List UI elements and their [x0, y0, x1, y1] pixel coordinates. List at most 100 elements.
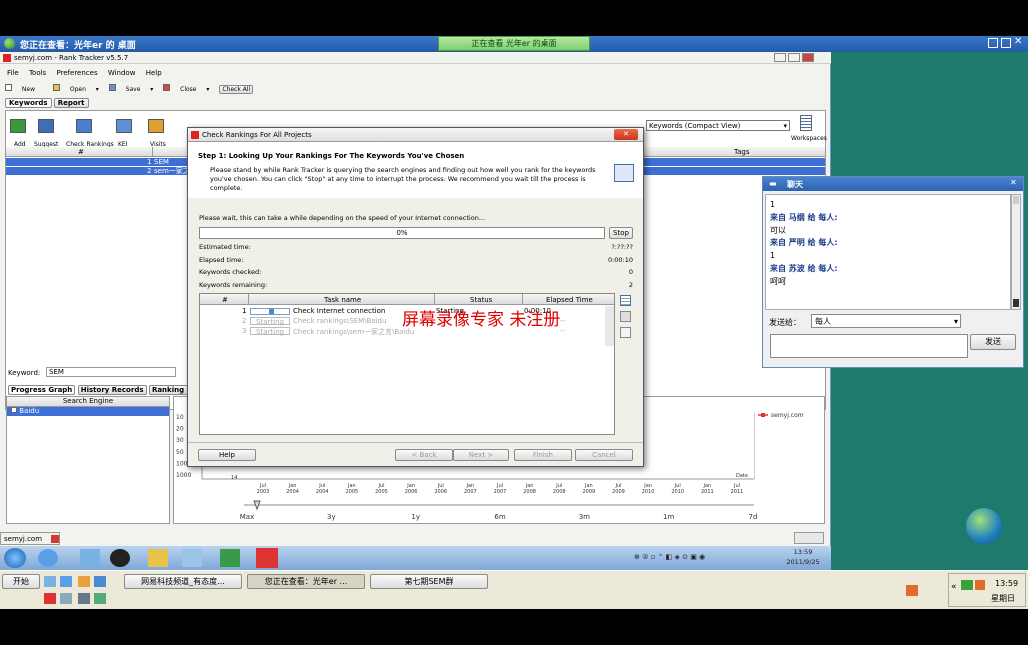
range-label[interactable]: 1y — [411, 513, 420, 521]
tray-icon[interactable] — [975, 580, 985, 590]
x-tick-label: 2009 — [612, 489, 625, 495]
send-to-select[interactable]: 每人 ▾ — [811, 314, 961, 328]
chat-input[interactable] — [770, 334, 968, 358]
col-header-num[interactable]: # — [222, 296, 228, 304]
quicklaunch-icon[interactable] — [60, 593, 72, 604]
viewing-banner: 正在查看 光年er 的桌面 — [438, 36, 590, 51]
local-taskbar: 开始 网易科技频道_有态度... 您正在查看：光年er ... 第七期SEM群 … — [0, 570, 1028, 609]
task-status: Starting — [250, 327, 290, 336]
tree-icon[interactable] — [620, 311, 631, 322]
menu-tools[interactable]: Tools — [29, 69, 46, 77]
view-select[interactable]: Keywords (Compact View) ▾ — [646, 120, 790, 131]
task-time: -- — [560, 317, 566, 325]
start-button[interactable]: 开始 — [2, 574, 40, 589]
excel-icon[interactable] — [220, 549, 240, 567]
minimize-button[interactable] — [988, 38, 998, 48]
quicklaunch-icon[interactable] — [44, 576, 56, 587]
chat-scrollbar[interactable] — [1011, 194, 1021, 310]
chat-close-button[interactable]: ✕ — [1010, 178, 1017, 187]
save-button[interactable]: Save ▾ — [108, 84, 153, 93]
col-header-num[interactable]: # — [78, 148, 84, 156]
taskbar-item-browser[interactable]: 网易科技频道_有态度... — [124, 574, 242, 589]
finish-button[interactable]: Finish — [514, 449, 572, 461]
visits-icon[interactable] — [148, 119, 164, 133]
taskbar-item-remote-viewer[interactable]: 您正在查看：光年er ... — [247, 574, 365, 589]
quicklaunch-icon[interactable] — [44, 593, 56, 604]
table-view-icon[interactable] — [620, 295, 631, 306]
legend-label: semyj.com — [771, 412, 804, 419]
quicklaunch-icon[interactable] — [94, 576, 106, 587]
next-button[interactable]: Next > — [453, 449, 509, 461]
chat-messages: 1 来自 马纲 给 每人: 可以 来自 严明 给 每人: 1 来自 苏波 给 每人: 呵呵 — [765, 194, 1011, 310]
app-maximize-button[interactable] — [788, 53, 800, 62]
kei-icon[interactable] — [116, 119, 132, 133]
rank-tracker-icon[interactable] — [256, 548, 278, 568]
dialog-close-button[interactable]: ✕ — [614, 129, 638, 140]
help-button[interactable]: Help — [198, 449, 256, 461]
quicklaunch-icon[interactable] — [94, 593, 106, 604]
col-header-status[interactable]: Status — [470, 296, 492, 304]
menu-preferences[interactable]: Preferences — [56, 69, 97, 77]
restore-button[interactable] — [1001, 38, 1011, 48]
col-header-task-name[interactable]: Task name — [324, 296, 361, 304]
explorer-icon[interactable] — [182, 549, 202, 567]
document-icon[interactable] — [620, 327, 631, 338]
range-label[interactable]: 7d — [749, 513, 758, 521]
close-icon[interactable] — [51, 535, 59, 543]
app-icon[interactable] — [80, 549, 100, 567]
range-label[interactable]: 3y — [327, 513, 336, 521]
folder-icon[interactable] — [148, 549, 168, 567]
list-item[interactable]: Baidu — [7, 407, 169, 416]
menu-help[interactable]: Help — [146, 69, 162, 77]
open-button[interactable]: Open ▾ — [52, 84, 99, 93]
app-minimize-button[interactable] — [774, 53, 786, 62]
qq-icon[interactable] — [110, 549, 130, 567]
tab-keywords[interactable]: Keywords — [5, 98, 52, 108]
col-header-elapsed-time[interactable]: Elapsed Time — [546, 296, 593, 304]
chat-message: 1 — [770, 200, 776, 209]
send-button[interactable]: 发送 — [970, 334, 1016, 350]
check-rankings-icon[interactable] — [76, 119, 92, 133]
add-icon[interactable] — [10, 119, 26, 133]
main-tabs: Keywords Report — [5, 98, 89, 108]
stop-button[interactable]: Stop — [609, 227, 633, 239]
new-button[interactable]: New — [5, 84, 43, 93]
suggest-icon[interactable] — [38, 119, 54, 133]
range-label[interactable]: 1m — [663, 513, 674, 521]
checkbox-icon[interactable] — [11, 407, 17, 413]
check-all-button[interactable]: Check All — [219, 85, 254, 94]
back-button[interactable]: < Back — [395, 449, 453, 461]
menu-file[interactable]: File — [7, 69, 19, 77]
range-label[interactable]: 6m — [494, 513, 505, 521]
close-project-button[interactable]: Close ▾ — [163, 84, 209, 93]
workspaces-icon[interactable] — [800, 115, 812, 131]
task-status: Starting — [250, 317, 290, 326]
close-button[interactable]: ✕ — [1014, 36, 1022, 47]
windows-start-icon[interactable] — [4, 548, 26, 568]
tray-icon[interactable] — [906, 585, 918, 596]
range-label[interactable]: Max — [240, 513, 254, 521]
tab-progress-graph[interactable]: Progress Graph — [8, 385, 76, 395]
ie-icon[interactable] — [38, 549, 58, 567]
globe-icon[interactable] — [966, 508, 1002, 544]
tab-history-records[interactable]: History Records — [77, 385, 147, 395]
tray-icons: ⊕ ② ▫ ⌃ ◧ ◈ ⊙ ▣ ◉ — [634, 553, 706, 561]
quicklaunch-icon[interactable] — [78, 593, 90, 604]
cancel-button[interactable]: Cancel — [575, 449, 633, 461]
network-icon[interactable] — [961, 580, 973, 590]
status-tab[interactable]: semyj.com — [0, 532, 60, 545]
app-close-button[interactable] — [802, 53, 814, 62]
task-table-scrollbar[interactable] — [605, 306, 614, 346]
tab-report[interactable]: Report — [53, 98, 89, 108]
col-header-tags[interactable]: Tags — [734, 148, 750, 156]
language-indicator[interactable] — [794, 532, 824, 544]
quicklaunch-icon[interactable] — [60, 576, 72, 587]
taskbar-item-chat-group[interactable]: 第七期SEM群 — [370, 574, 488, 589]
range-label[interactable]: 3m — [579, 513, 590, 521]
chevron-left-icon[interactable]: « — [951, 582, 957, 592]
quicklaunch-icon[interactable] — [78, 576, 90, 587]
menu-window[interactable]: Window — [108, 69, 136, 77]
x-axis-note: Date — [736, 473, 748, 479]
dialog-header: Step 1: Looking Up Your Rankings For The… — [188, 142, 643, 198]
keyword-field[interactable]: SEM — [46, 367, 176, 377]
